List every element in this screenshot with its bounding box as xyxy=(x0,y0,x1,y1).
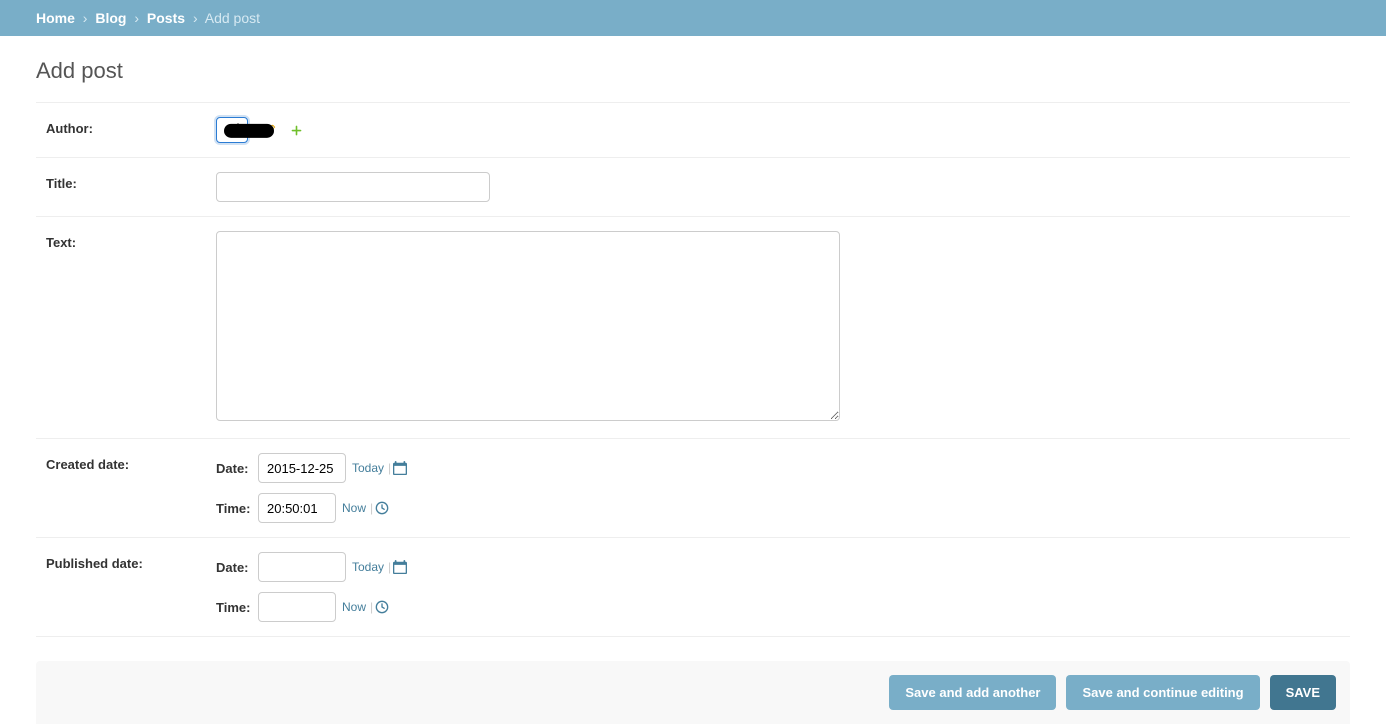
breadcrumb-sep: › xyxy=(134,10,139,26)
breadcrumb-sep: › xyxy=(83,10,88,26)
breadcrumb-blog[interactable]: Blog xyxy=(95,10,126,26)
row-title: Title: xyxy=(36,158,1350,217)
row-created-date: Created date: Date: Today | Time: Now | xyxy=(36,439,1350,538)
shortcut-sep: | xyxy=(370,501,373,515)
label-time: Time: xyxy=(216,600,258,615)
page-title: Add post xyxy=(36,58,1350,84)
row-author: Author: xyxy=(36,102,1350,158)
calendar-icon[interactable] xyxy=(393,560,407,574)
shortcut-sep: | xyxy=(388,461,391,475)
edit-author-icon[interactable] xyxy=(262,124,276,138)
published-date-today-link[interactable]: Today xyxy=(352,560,384,574)
row-published-date: Published date: Date: Today | Time: Now … xyxy=(36,538,1350,637)
created-date-today-link[interactable]: Today xyxy=(352,461,384,475)
author-select[interactable] xyxy=(216,117,248,143)
shortcut-sep: | xyxy=(370,600,373,614)
row-text: Text: xyxy=(36,217,1350,439)
label-date: Date: xyxy=(216,461,258,476)
submit-row: Save and add another Save and continue e… xyxy=(36,661,1350,724)
shortcut-sep: | xyxy=(388,560,391,574)
save-add-another-button[interactable]: Save and add another xyxy=(889,675,1056,710)
text-textarea[interactable] xyxy=(216,231,840,421)
created-time-input[interactable] xyxy=(258,493,336,523)
created-date-input[interactable] xyxy=(258,453,346,483)
calendar-icon[interactable] xyxy=(393,461,407,475)
add-author-icon[interactable] xyxy=(290,124,303,137)
published-time-now-link[interactable]: Now xyxy=(342,600,366,614)
label-published-date: Published date: xyxy=(46,552,216,571)
published-time-input[interactable] xyxy=(258,592,336,622)
breadcrumb: Home › Blog › Posts › Add post xyxy=(0,0,1386,36)
label-author: Author: xyxy=(46,117,216,136)
breadcrumb-posts[interactable]: Posts xyxy=(147,10,185,26)
breadcrumb-home[interactable]: Home xyxy=(36,10,75,26)
created-time-now-link[interactable]: Now xyxy=(342,501,366,515)
label-date: Date: xyxy=(216,560,258,575)
label-text: Text: xyxy=(46,231,216,250)
breadcrumb-sep: › xyxy=(193,10,198,26)
label-created-date: Created date: xyxy=(46,453,216,472)
title-input[interactable] xyxy=(216,172,490,202)
clock-icon[interactable] xyxy=(375,600,389,614)
save-button[interactable]: SAVE xyxy=(1270,675,1336,710)
clock-icon[interactable] xyxy=(375,501,389,515)
breadcrumb-current: Add post xyxy=(205,10,260,26)
published-date-input[interactable] xyxy=(258,552,346,582)
label-time: Time: xyxy=(216,501,258,516)
save-continue-button[interactable]: Save and continue editing xyxy=(1066,675,1259,710)
label-title: Title: xyxy=(46,172,216,191)
